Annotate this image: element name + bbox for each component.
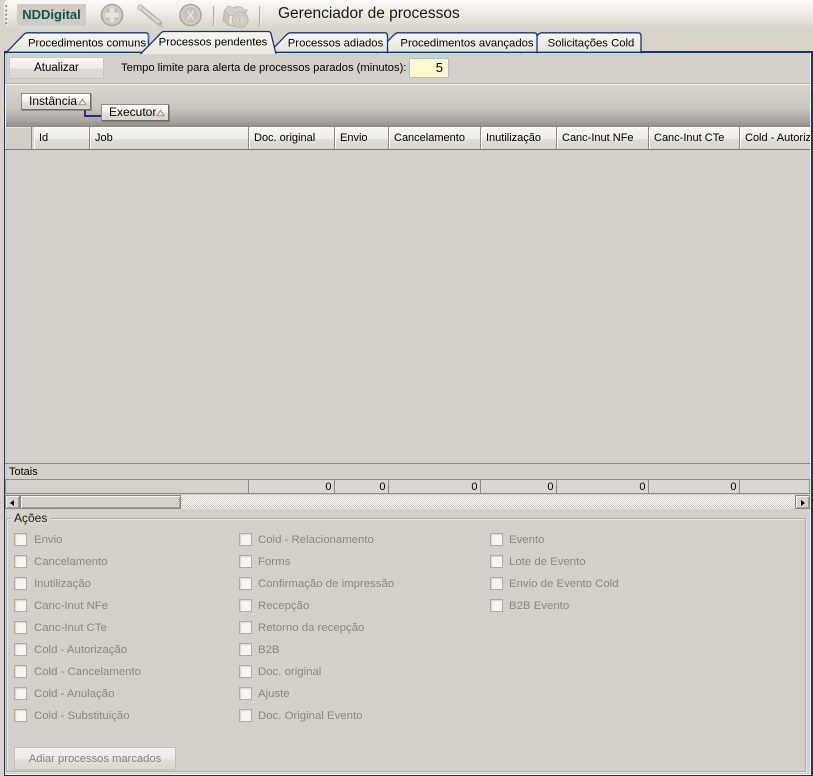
- svg-text:Processos adiados: Processos adiados: [288, 37, 384, 49]
- svg-text:Procedimentos comuns: Procedimentos comuns: [28, 37, 146, 49]
- svg-text:X: X: [186, 8, 195, 23]
- svg-text:Procedimentos avançados: Procedimentos avançados: [400, 37, 533, 49]
- svg-text:Solicitações Cold: Solicitações Cold: [548, 37, 635, 49]
- svg-text:Processos pendentes: Processos pendentes: [159, 37, 268, 49]
